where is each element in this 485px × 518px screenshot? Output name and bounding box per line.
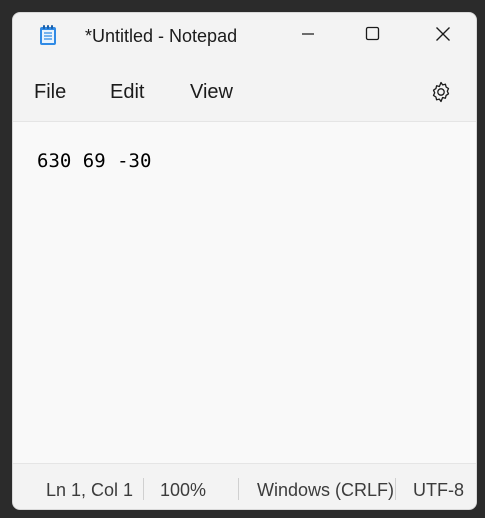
status-divider: [238, 478, 239, 500]
maximize-button[interactable]: [337, 13, 407, 59]
title-bar[interactable]: *Untitled - Notepad: [13, 13, 476, 59]
menu-edit[interactable]: Edit: [110, 81, 144, 104]
status-zoom[interactable]: 100%: [160, 480, 206, 501]
notepad-window: *Untitled - Notepad File Edit View 630 6…: [12, 12, 477, 510]
minimize-button[interactable]: [273, 13, 343, 59]
editor-content: 630 69 -30: [37, 150, 152, 172]
text-editor[interactable]: 630 69 -30: [13, 121, 476, 464]
status-encoding[interactable]: UTF-8: [413, 480, 464, 501]
status-line-ending[interactable]: Windows (CRLF): [257, 480, 394, 501]
menu-view[interactable]: View: [190, 81, 233, 104]
status-divider: [143, 478, 144, 500]
window-title: *Untitled - Notepad: [85, 26, 238, 46]
status-divider: [395, 478, 396, 500]
gear-icon: [429, 80, 453, 109]
settings-button[interactable]: [428, 81, 454, 107]
close-button[interactable]: [408, 13, 476, 59]
minimize-icon: [301, 27, 315, 46]
status-bar: Ln 1, Col 1 100% Windows (CRLF) UTF-8: [13, 463, 476, 509]
maximize-icon: [365, 26, 380, 46]
menu-bar: File Edit View: [13, 69, 476, 117]
close-icon: [435, 26, 451, 47]
menu-file[interactable]: File: [34, 81, 66, 104]
status-cursor-position[interactable]: Ln 1, Col 1: [46, 480, 133, 501]
notepad-icon: [39, 24, 57, 46]
